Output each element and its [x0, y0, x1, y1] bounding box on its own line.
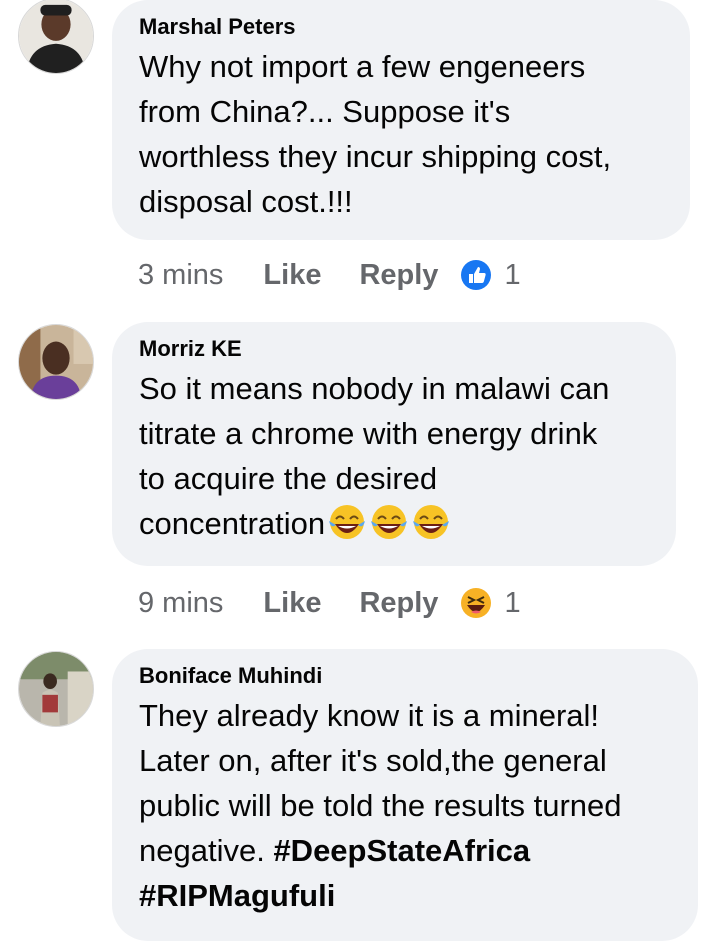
comment-bubble: Morriz KE So it means nobody in malawi c… — [112, 322, 676, 566]
like-button[interactable]: Like — [263, 587, 321, 620]
comment-timestamp[interactable]: 9 mins — [138, 587, 223, 620]
comment-bubble: Boniface Muhindi They already know it is… — [112, 649, 698, 941]
reaction-count[interactable]: 1 — [504, 587, 520, 620]
like-icon[interactable] — [460, 259, 492, 291]
comment-bubble: Marshal Peters Why not import a few enge… — [112, 0, 690, 240]
avatar[interactable] — [18, 324, 94, 400]
hashtag-link[interactable]: #RIPMagufuli — [139, 878, 335, 913]
laughing-crying-emoji — [327, 502, 367, 542]
comment-author[interactable]: Boniface Muhindi — [139, 663, 670, 689]
avatar[interactable] — [18, 651, 94, 727]
comment-author[interactable]: Morriz KE — [139, 336, 648, 362]
comment-text: So it means nobody in malawi can titrate… — [139, 366, 648, 546]
like-button[interactable]: Like — [263, 259, 321, 292]
avatar[interactable] — [18, 0, 94, 74]
reply-button[interactable]: Reply — [359, 259, 438, 292]
laughing-crying-emoji — [369, 502, 409, 542]
comment-text: They already know it is a mineral! Later… — [139, 693, 670, 918]
reaction-count[interactable]: 1 — [504, 259, 520, 292]
comment-text: Why not import a few engeneers from Chin… — [139, 49, 612, 219]
comment-actions: 3 mins Like Reply 1 — [138, 255, 521, 295]
haha-icon[interactable] — [460, 587, 492, 619]
reply-button[interactable]: Reply — [359, 587, 438, 620]
comment-timestamp[interactable]: 3 mins — [138, 259, 223, 292]
laughing-crying-emoji — [411, 502, 451, 542]
hashtag-link[interactable]: #DeepStateAfrica — [273, 833, 530, 868]
comment-author[interactable]: Marshal Peters — [139, 14, 662, 40]
comment-actions: 9 mins Like Reply 1 — [138, 583, 521, 623]
